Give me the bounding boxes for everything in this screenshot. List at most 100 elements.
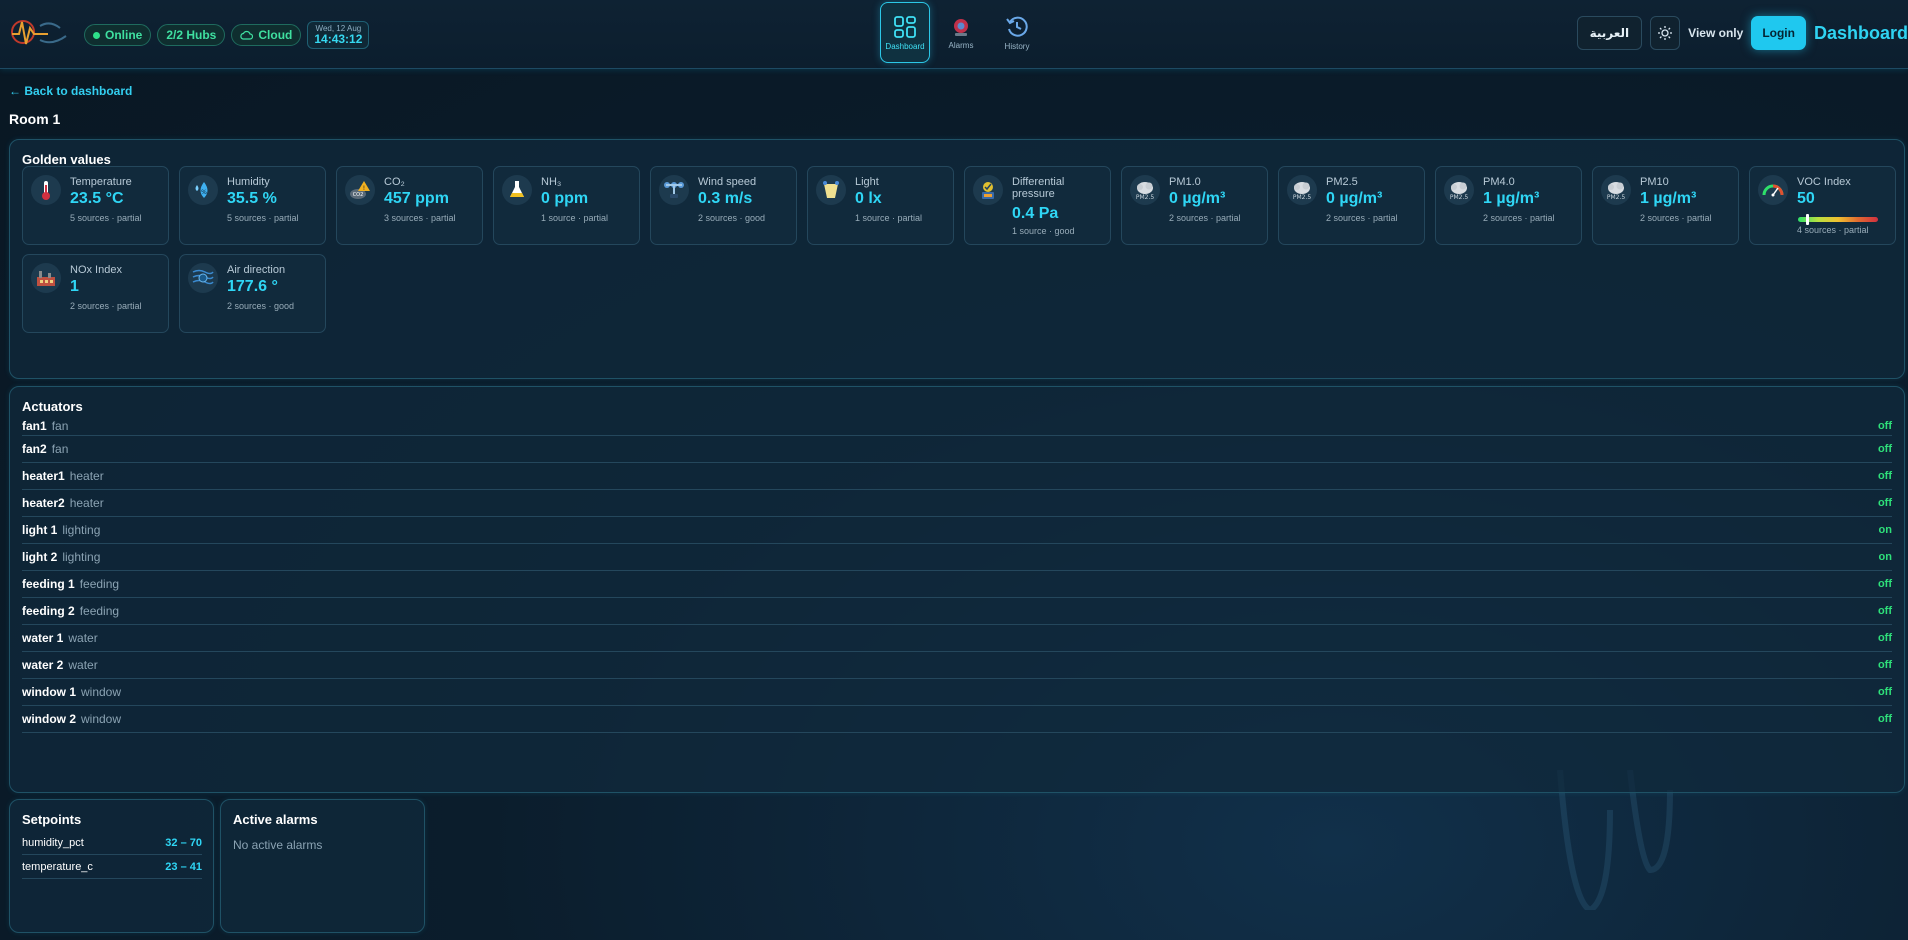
back-to-dashboard-link[interactable]: ← Back to dashboard — [9, 84, 132, 98]
golden-value-reading: 0 lx — [855, 190, 882, 207]
nav-dashboard-label: Dashboard — [885, 41, 925, 51]
golden-value-sources: 2 sources · partial — [1483, 213, 1555, 223]
golden-values-panel: Golden values Temperature 23.5 °C 5 source… — [9, 139, 1905, 379]
golden-value-card[interactable]: CO2! CO₂ 457 ppm 3 sources · partial — [336, 166, 483, 245]
golden-value-card[interactable]: PM2.5 PM10 1 µg/m³ 2 sources · partial — [1592, 166, 1739, 245]
golden-value-reading: 0 µg/m³ — [1326, 190, 1383, 207]
golden-value-sources: 2 sources · partial — [1640, 213, 1712, 223]
nav-history-label: History — [1004, 41, 1030, 51]
cloud-status-badge: Cloud — [231, 24, 302, 46]
actuator-row[interactable]: heater1 heater off — [22, 463, 1892, 490]
actuator-row[interactable]: feeding 2 feeding off — [22, 598, 1892, 625]
actuator-row[interactable]: water 1 water off — [22, 625, 1892, 652]
actuator-row[interactable]: water 2 water off — [22, 652, 1892, 679]
golden-value-card[interactable]: PM2.5 PM2.5 0 µg/m³ 2 sources · partial — [1278, 166, 1425, 245]
voc-gauge-icon — [1758, 175, 1788, 205]
login-button[interactable]: Login — [1751, 16, 1806, 50]
actuator-state: off — [1877, 443, 1892, 455]
setpoint-range: 32 – 70 — [165, 836, 202, 849]
golden-value-card[interactable]: PM2.5 PM4.0 1 µg/m³ 2 sources · partial — [1435, 166, 1582, 245]
svg-text:PM2.5: PM2.5 — [1450, 194, 1469, 201]
golden-value-label: PM10 — [1640, 176, 1669, 188]
actuator-state: off — [1877, 713, 1892, 725]
actuator-row[interactable]: window 1 window off — [22, 679, 1892, 706]
actuator-name: feeding 1 — [22, 577, 75, 591]
pm-cloud-icon: PM2.5 — [1130, 175, 1160, 205]
golden-value-label: NH₃ — [541, 176, 562, 188]
setpoint-row: temperature_c 23 – 41 — [22, 855, 202, 879]
setpoints-panel: Setpoints humidity_pct 32 – 70 temperature… — [9, 799, 214, 933]
actuator-row[interactable]: heater2 heater off — [22, 490, 1892, 517]
golden-value-label: NOx Index — [70, 264, 122, 276]
pm-cloud-icon: PM2.5 — [1287, 175, 1317, 205]
golden-value-sources: 4 sources · partial — [1797, 225, 1869, 235]
actuator-row[interactable]: feeding 1 feeding off — [22, 571, 1892, 598]
actuator-type: feeding — [79, 604, 120, 618]
online-status-badge: Online — [84, 24, 152, 46]
golden-value-card[interactable]: Air direction 177.6 ° 2 sources · good — [179, 254, 326, 333]
actuator-name: light 1 — [22, 523, 58, 537]
golden-value-sources: 3 sources · partial — [384, 213, 456, 223]
actuator-type: fan — [51, 419, 69, 433]
light-cup-icon — [816, 175, 846, 205]
golden-value-card[interactable]: NH₃ 0 ppm 1 source · partial — [493, 166, 640, 245]
air-direction-icon — [188, 263, 218, 293]
svg-text:PM2.5: PM2.5 — [1293, 194, 1312, 201]
golden-value-card[interactable]: % Humidity 35.5 % 5 sources · partial — [179, 166, 326, 245]
online-label: Online — [105, 28, 143, 42]
pm-cloud-icon: PM2.5 — [1444, 175, 1474, 205]
actuator-state: off — [1877, 470, 1892, 482]
nox-factory-icon — [31, 263, 61, 293]
top-bar: Online 2/2 Hubs Cloud Wed, 12 Aug 14:43:… — [0, 0, 1908, 69]
actuator-state: on — [1878, 551, 1892, 563]
golden-value-card[interactable]: PM2.5 PM1.0 0 µg/m³ 2 sources · partial — [1121, 166, 1268, 245]
status-bar: Online 2/2 Hubs Cloud Wed, 12 Aug 14:43:… — [84, 21, 370, 49]
room-title: Room 1 — [9, 111, 61, 127]
dashboard-icon — [894, 15, 916, 38]
actuator-row[interactable]: light 1 lighting on — [22, 517, 1892, 544]
golden-value-sources: 2 sources · partial — [1326, 213, 1398, 223]
nav-alarms[interactable]: Alarms — [936, 2, 986, 63]
clock-time: 14:43:12 — [314, 32, 363, 46]
setpoint-range: 23 – 41 — [165, 860, 202, 873]
actuator-name: water 2 — [22, 658, 64, 672]
golden-value-reading: 1 µg/m³ — [1640, 190, 1697, 207]
actuator-name: light 2 — [22, 550, 58, 564]
golden-value-reading: 0.4 Pa — [1012, 205, 1059, 222]
actuator-row[interactable]: window 2 window off — [22, 706, 1892, 733]
actuator-name: heater2 — [22, 496, 65, 510]
nav-dashboard[interactable]: Dashboard — [880, 2, 930, 63]
golden-value-card[interactable]: Wind speed 0.3 m/s 2 sources · good — [650, 166, 797, 245]
golden-value-card[interactable]: Light 0 lx 1 source · partial — [807, 166, 954, 245]
actuator-row[interactable]: fan1 fan off — [22, 417, 1892, 436]
golden-value-card[interactable]: Temperature 23.5 °C 5 sources · partial — [22, 166, 169, 245]
language-button[interactable]: العربية — [1576, 16, 1643, 50]
golden-value-reading: 1 — [70, 278, 79, 295]
wind-speed-icon — [659, 175, 689, 205]
svg-text:PM2.5: PM2.5 — [1607, 194, 1626, 201]
golden-value-label: Air direction — [227, 264, 286, 276]
actuator-row[interactable]: light 2 lighting on — [22, 544, 1892, 571]
hubs-label: 2/2 Hubs — [166, 28, 217, 42]
golden-value-label: Differential pressure — [1012, 176, 1065, 200]
nav-history[interactable]: History — [992, 2, 1042, 63]
setpoint-row: humidity_pct 32 – 70 — [22, 831, 202, 855]
golden-value-card[interactable]: VOC Index 50 4 sources · partial — [1749, 166, 1896, 245]
actuator-name: heater1 — [22, 469, 65, 483]
actuator-state: off — [1877, 497, 1892, 509]
pressure-gauge-icon — [973, 175, 1003, 205]
app-logo[interactable] — [10, 14, 72, 50]
actuator-type: heater — [69, 496, 104, 510]
theme-toggle-button[interactable] — [1650, 16, 1681, 50]
voc-level-marker — [1806, 214, 1809, 225]
golden-value-card[interactable]: NOx Index 1 2 sources · partial — [22, 254, 169, 333]
golden-value-sources: 2 sources · partial — [1169, 213, 1241, 223]
actuators-title: Actuators — [22, 399, 83, 414]
golden-value-card[interactable]: Differential pressure 0.4 Pa 1 source · go… — [964, 166, 1111, 245]
golden-value-reading: 23.5 °C — [70, 190, 124, 207]
actuator-row[interactable]: fan2 fan off — [22, 436, 1892, 463]
actuator-type: water — [68, 658, 98, 672]
sun-icon — [1658, 26, 1673, 40]
setpoints-title: Setpoints — [22, 812, 82, 827]
golden-value-reading: 0 ppm — [541, 190, 589, 207]
